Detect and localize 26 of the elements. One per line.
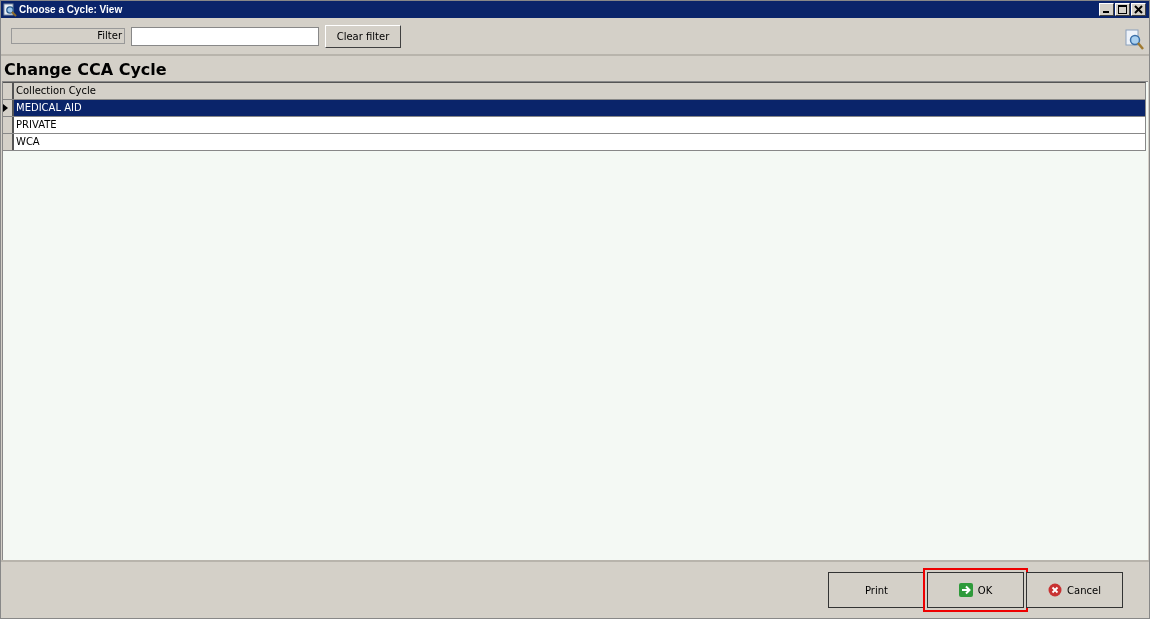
search-icon[interactable] [1125, 29, 1145, 51]
table-row[interactable]: WCA [3, 134, 1146, 151]
maximize-icon [1118, 5, 1127, 14]
search-icon [3, 2, 17, 17]
filter-label: Filter [11, 28, 125, 44]
close-button[interactable] [1131, 3, 1146, 16]
maximize-button[interactable] [1115, 3, 1130, 16]
close-icon [1134, 5, 1143, 14]
arrow-icon [958, 583, 973, 597]
cancel-icon [1048, 583, 1063, 597]
table-row[interactable]: MEDICAL AID [3, 100, 1146, 117]
column-header[interactable]: Collection Cycle [14, 83, 96, 99]
table-cell-text: MEDICAL AID [15, 101, 82, 115]
window-title: Choose a Cycle: View [19, 4, 123, 15]
filter-field[interactable] [131, 26, 319, 46]
clear-filter-button[interactable]: Clear filter [325, 24, 401, 48]
section-heading: Change CCA Cycle [3, 59, 168, 81]
cancel-button[interactable]: Cancel [1026, 572, 1123, 608]
row-header[interactable] [3, 100, 14, 116]
table-cell-text: PRIVATE [15, 118, 57, 132]
minimize-button[interactable] [1099, 3, 1114, 16]
table-row[interactable]: PRIVATE [3, 117, 1146, 134]
row-pointer-icon [3, 104, 8, 112]
ok-button[interactable]: OK [927, 572, 1024, 608]
print-button[interactable]: Print [828, 572, 925, 608]
table-cell-text: WCA [15, 135, 40, 149]
